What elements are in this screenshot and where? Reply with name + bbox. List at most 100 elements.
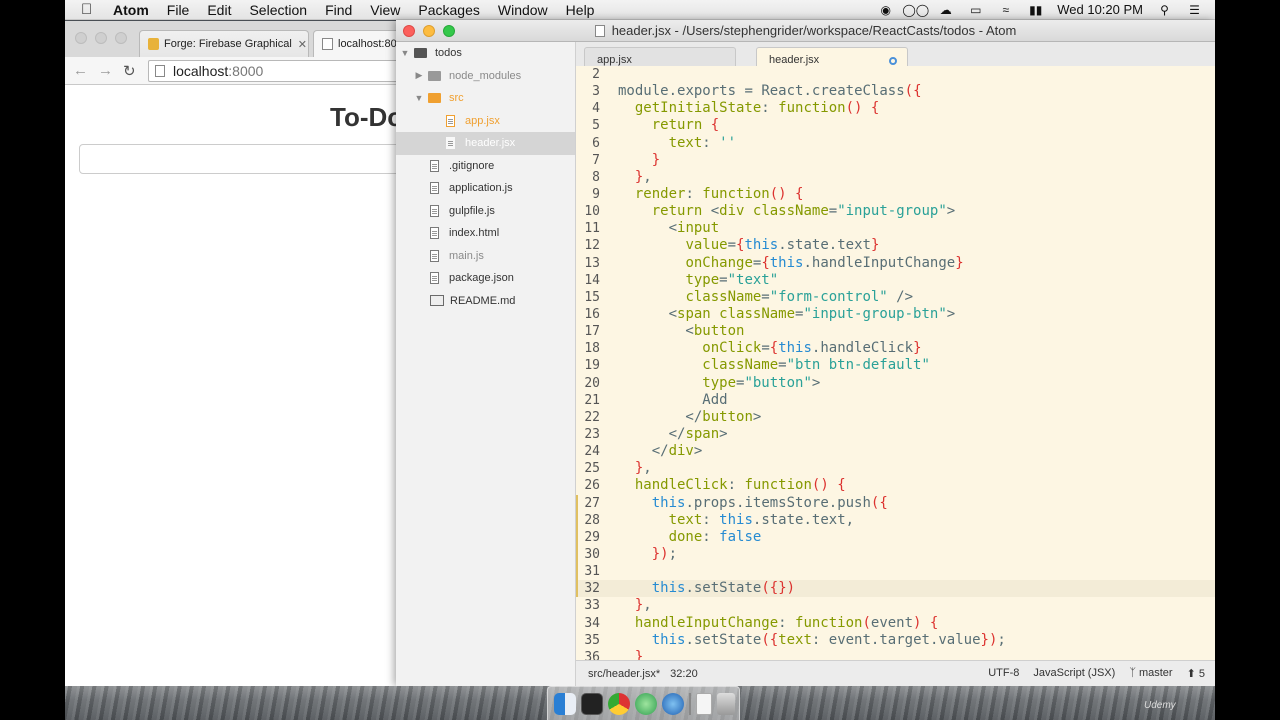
line-number[interactable]: 24 (576, 443, 600, 460)
tree-item-gitignore[interactable]: .gitignore (396, 155, 575, 178)
spotlight-search-icon[interactable]: ⚲ (1156, 3, 1173, 17)
code-line[interactable]: 31 (576, 563, 1215, 581)
code-line[interactable]: 15 className="form-control" /> (576, 289, 1215, 306)
tree-item-header-jsx[interactable]: header.jsx (396, 132, 575, 155)
line-number[interactable]: 18 (576, 340, 600, 357)
line-number[interactable]: 26 (576, 477, 600, 494)
line-text[interactable]: type="text" (618, 272, 778, 289)
line-text[interactable]: onClick={this.handleClick} (618, 340, 921, 357)
line-text[interactable]: className="form-control" /> (618, 289, 913, 306)
line-text[interactable]: </span> (618, 426, 728, 443)
code-line[interactable]: 17 <button (576, 323, 1215, 340)
todo-input[interactable] (79, 144, 409, 174)
app-store-icon[interactable] (635, 692, 657, 715)
browser-q-icon[interactable] (662, 692, 684, 715)
line-text[interactable]: handleInputChange: function(event) { (618, 615, 939, 632)
glasses-icon[interactable]: ◯◯ (902, 3, 929, 17)
line-number[interactable]: 27 (576, 495, 600, 512)
line-number[interactable]: 5 (576, 117, 600, 134)
line-text[interactable]: }); (618, 546, 677, 563)
line-text[interactable]: className="btn btn-default" (618, 357, 930, 374)
line-number[interactable]: 35 (576, 632, 600, 649)
line-text[interactable]: module.exports = React.createClass({ (618, 83, 922, 100)
tree-item-package-json[interactable]: package.json (396, 267, 575, 290)
line-text[interactable]: getInitialState: function() { (618, 100, 879, 117)
menu-packages[interactable]: Packages (418, 2, 479, 18)
line-number[interactable]: 19 (576, 357, 600, 374)
line-text[interactable]: onChange={this.handleInputChange} (618, 255, 963, 272)
line-text[interactable]: this.setState({}) (618, 580, 795, 597)
tree-item-app-jsx[interactable]: app.jsx (396, 110, 575, 133)
code-line[interactable]: 36 } (576, 649, 1215, 660)
menu-app-name[interactable]: Atom (113, 2, 149, 18)
line-number[interactable]: 34 (576, 615, 600, 632)
code-line[interactable]: 21 Add (576, 392, 1215, 409)
line-text[interactable]: return { (618, 117, 719, 134)
menu-selection[interactable]: Selection (249, 2, 307, 18)
code-line[interactable]: 19 className="btn btn-default" (576, 357, 1215, 374)
code-line[interactable]: 4 getInitialState: function() { (576, 100, 1215, 117)
line-text[interactable]: }, (618, 169, 652, 186)
code-line[interactable]: 13 onChange={this.handleInputChange} (576, 255, 1215, 272)
line-number[interactable]: 13 (576, 255, 600, 272)
code-line[interactable]: 26 handleClick: function() { (576, 477, 1215, 494)
line-text[interactable]: done: false (618, 529, 762, 546)
menu-window[interactable]: Window (498, 2, 548, 18)
line-text[interactable]: return <div className="input-group"> (618, 203, 955, 220)
line-text[interactable]: this.props.itemsStore.push({ (618, 495, 888, 512)
code-line[interactable]: 27 this.props.itemsStore.push({ (576, 494, 1215, 512)
trash-icon[interactable] (717, 692, 735, 715)
atom-minimize-light[interactable] (423, 25, 435, 37)
atom-close-light[interactable] (403, 25, 415, 37)
line-number[interactable]: 9 (576, 186, 600, 203)
code-line[interactable]: 3 module.exports = React.createClass({ (576, 83, 1215, 100)
line-number[interactable]: 36 (576, 649, 600, 660)
close-tab-icon[interactable]: ✕ (298, 38, 307, 51)
line-number[interactable]: 15 (576, 289, 600, 306)
chrome-icon[interactable] (608, 692, 630, 715)
menu-file[interactable]: File (167, 2, 190, 18)
line-number[interactable]: 25 (576, 460, 600, 477)
line-number[interactable]: 10 (576, 203, 600, 220)
code-line[interactable]: 30 }); (576, 545, 1215, 564)
code-line[interactable]: 5 return { (576, 117, 1215, 134)
line-number[interactable]: 7 (576, 152, 600, 169)
line-number[interactable]: 14 (576, 272, 600, 289)
line-number[interactable]: 11 (576, 220, 600, 237)
status-cursor-position[interactable]: 32:20 (670, 668, 698, 680)
tree-item-gulpfile-js[interactable]: gulpfile.js (396, 200, 575, 223)
code-line[interactable]: 32 this.setState({}) (576, 580, 1215, 598)
line-number[interactable]: 32 (576, 580, 600, 597)
line-text[interactable]: <span className="input-group-btn"> (618, 306, 956, 323)
line-number[interactable]: 16 (576, 306, 600, 323)
tree-item-main-js[interactable]: main.js (396, 245, 575, 268)
code-line[interactable]: 9 render: function() { (576, 186, 1215, 203)
code-line[interactable]: 7 } (576, 152, 1215, 169)
line-number[interactable]: 17 (576, 323, 600, 340)
wifi-icon[interactable]: ≈ (997, 3, 1014, 17)
line-number[interactable]: 28 (576, 512, 600, 529)
address-bar[interactable]: localhost:8000 (148, 60, 408, 82)
menu-view[interactable]: View (370, 2, 400, 18)
back-arrow-icon[interactable]: ← (73, 62, 88, 79)
code-editor[interactable]: 2 3 module.exports = React.createClass({4 … (576, 66, 1215, 660)
airplay-icon[interactable]: ▭ (967, 3, 984, 17)
code-line[interactable]: 24 </div> (576, 443, 1215, 460)
line-number[interactable]: 4 (576, 100, 600, 117)
line-number[interactable]: 8 (576, 169, 600, 186)
tree-item-node-modules[interactable]: ▶ node_modules (396, 65, 575, 88)
apple-menu-icon[interactable]:  (81, 1, 103, 18)
line-number[interactable]: 20 (576, 375, 600, 392)
atom-zoom-light[interactable] (443, 25, 455, 37)
code-line[interactable]: 28 text: this.state.text, (576, 511, 1215, 529)
line-text[interactable]: this.setState({text: event.target.value}… (618, 632, 1006, 649)
tree-item-application-js[interactable]: application.js (396, 177, 575, 200)
record-icon[interactable]: ◉ (877, 3, 894, 17)
code-line[interactable]: 14 type="text" (576, 272, 1215, 289)
tree-item-index-html[interactable]: index.html (396, 222, 575, 245)
code-line[interactable]: 18 onClick={this.handleClick} (576, 340, 1215, 357)
line-text[interactable]: </div> (618, 443, 703, 460)
line-number[interactable]: 21 (576, 392, 600, 409)
line-text[interactable]: </button> (618, 409, 761, 426)
line-text[interactable]: handleClick: function() { (618, 477, 846, 494)
